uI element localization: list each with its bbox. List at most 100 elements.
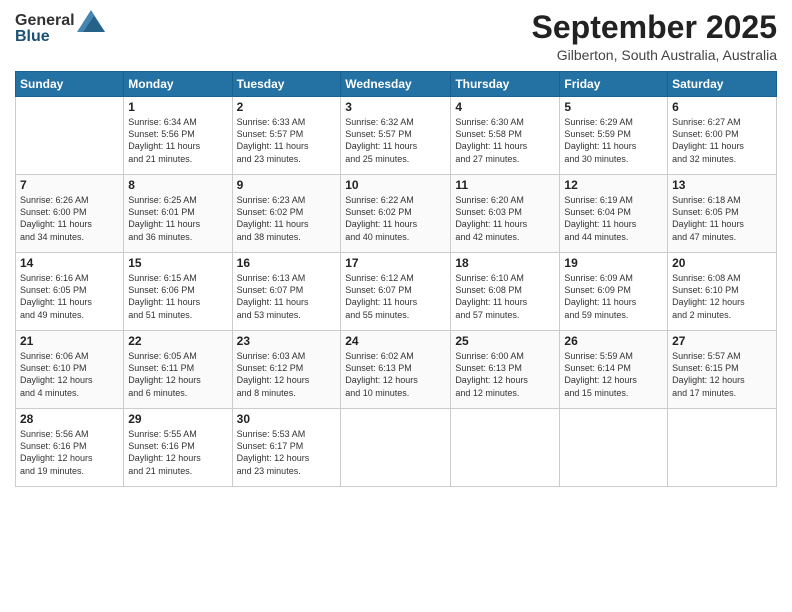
calendar-cell: 6 Sunrise: 6:27 AMSunset: 6:00 PMDaylight… bbox=[668, 97, 777, 175]
day-number: 10 bbox=[345, 178, 446, 192]
calendar-cell: 27Sunrise: 5:57 AMSunset: 6:15 PMDayligh… bbox=[668, 331, 777, 409]
day-number: 8 bbox=[128, 178, 227, 192]
cell-info: Sunrise: 6:06 AMSunset: 6:10 PMDaylight:… bbox=[20, 350, 119, 399]
header: General Blue September 2025 Gilberton, S… bbox=[15, 10, 777, 63]
col-friday: Friday bbox=[560, 72, 668, 97]
cell-info: Sunrise: 6:09 AMSunset: 6:09 PMDaylight:… bbox=[564, 272, 663, 321]
day-number: 20 bbox=[672, 256, 772, 270]
cell-info: Sunrise: 6:13 AMSunset: 6:07 PMDaylight:… bbox=[237, 272, 337, 321]
col-sunday: Sunday bbox=[16, 72, 124, 97]
day-number: 11 bbox=[455, 178, 555, 192]
cell-info: Sunrise: 6:10 AMSunset: 6:08 PMDaylight:… bbox=[455, 272, 555, 321]
day-number: 5 bbox=[564, 100, 663, 114]
calendar-cell: 24Sunrise: 6:02 AMSunset: 6:13 PMDayligh… bbox=[341, 331, 451, 409]
cell-info: Sunrise: 6:18 AMSunset: 6:05 PMDaylight:… bbox=[672, 194, 772, 243]
calendar-cell: 16 Sunrise: 6:13 AMSunset: 6:07 PMDayligh… bbox=[232, 253, 341, 331]
cell-info: Sunrise: 6:19 AMSunset: 6:04 PMDaylight:… bbox=[564, 194, 663, 243]
cell-info: Sunrise: 6:29 AMSunset: 5:59 PMDaylight:… bbox=[564, 116, 663, 165]
calendar-cell: 3Sunrise: 6:32 AMSunset: 5:57 PMDaylight… bbox=[341, 97, 451, 175]
day-number: 7 bbox=[20, 178, 119, 192]
day-number: 17 bbox=[345, 256, 446, 270]
calendar-cell: 2Sunrise: 6:33 AMSunset: 5:57 PMDaylight… bbox=[232, 97, 341, 175]
cell-info: Sunrise: 5:55 AMSunset: 6:16 PMDaylight:… bbox=[128, 428, 227, 477]
calendar-cell bbox=[560, 409, 668, 487]
cell-info: Sunrise: 6:30 AMSunset: 5:58 PMDaylight:… bbox=[455, 116, 555, 165]
day-number: 6 bbox=[672, 100, 772, 114]
day-number: 12 bbox=[564, 178, 663, 192]
calendar-cell: 1 Sunrise: 6:34 AMSunset: 5:56 PMDaylight… bbox=[124, 97, 232, 175]
page: General Blue September 2025 Gilberton, S… bbox=[0, 0, 792, 612]
cell-info: Sunrise: 6:12 AMSunset: 6:07 PMDaylight:… bbox=[345, 272, 446, 321]
cell-info: Sunrise: 6:15 AMSunset: 6:06 PMDaylight:… bbox=[128, 272, 227, 321]
col-saturday: Saturday bbox=[668, 72, 777, 97]
calendar-cell: 18 Sunrise: 6:10 AMSunset: 6:08 PMDayligh… bbox=[451, 253, 560, 331]
calendar: Sunday Monday Tuesday Wednesday Thursday… bbox=[15, 71, 777, 487]
day-number: 23 bbox=[237, 334, 337, 348]
calendar-header-row: Sunday Monday Tuesday Wednesday Thursday… bbox=[16, 72, 777, 97]
cell-info: Sunrise: 6:16 AMSunset: 6:05 PMDaylight:… bbox=[20, 272, 119, 321]
cell-info: Sunrise: 6:32 AMSunset: 5:57 PMDaylight:… bbox=[345, 116, 446, 165]
cell-info: Sunrise: 6:34 AMSunset: 5:56 PMDaylight:… bbox=[128, 116, 227, 165]
calendar-cell: 12 Sunrise: 6:19 AMSunset: 6:04 PMDayligh… bbox=[560, 175, 668, 253]
cell-info: Sunrise: 5:57 AMSunset: 6:15 PMDaylight:… bbox=[672, 350, 772, 399]
cell-info: Sunrise: 5:56 AMSunset: 6:16 PMDaylight:… bbox=[20, 428, 119, 477]
calendar-cell: 7 Sunrise: 6:26 AMSunset: 6:00 PMDaylight… bbox=[16, 175, 124, 253]
col-wednesday: Wednesday bbox=[341, 72, 451, 97]
logo-blue-text: Blue bbox=[15, 28, 50, 46]
cell-info: Sunrise: 6:27 AMSunset: 6:00 PMDaylight:… bbox=[672, 116, 772, 165]
day-number: 28 bbox=[20, 412, 119, 426]
cell-info: Sunrise: 5:53 AMSunset: 6:17 PMDaylight:… bbox=[237, 428, 337, 477]
cell-info: Sunrise: 6:25 AMSunset: 6:01 PMDaylight:… bbox=[128, 194, 227, 243]
location-title: Gilberton, South Australia, Australia bbox=[532, 47, 777, 63]
cell-info: Sunrise: 6:00 AMSunset: 6:13 PMDaylight:… bbox=[455, 350, 555, 399]
calendar-cell: 13 Sunrise: 6:18 AMSunset: 6:05 PMDayligh… bbox=[668, 175, 777, 253]
calendar-cell: 19 Sunrise: 6:09 AMSunset: 6:09 PMDayligh… bbox=[560, 253, 668, 331]
cell-info: Sunrise: 6:20 AMSunset: 6:03 PMDaylight:… bbox=[455, 194, 555, 243]
calendar-cell: 14Sunrise: 6:16 AMSunset: 6:05 PMDayligh… bbox=[16, 253, 124, 331]
cell-info: Sunrise: 6:33 AMSunset: 5:57 PMDaylight:… bbox=[237, 116, 337, 165]
calendar-week-row: 28 Sunrise: 5:56 AMSunset: 6:16 PMDayligh… bbox=[16, 409, 777, 487]
cell-info: Sunrise: 5:59 AMSunset: 6:14 PMDaylight:… bbox=[564, 350, 663, 399]
calendar-week-row: 1 Sunrise: 6:34 AMSunset: 5:56 PMDaylight… bbox=[16, 97, 777, 175]
calendar-cell bbox=[668, 409, 777, 487]
calendar-week-row: 21 Sunrise: 6:06 AMSunset: 6:10 PMDayligh… bbox=[16, 331, 777, 409]
calendar-cell: 10 Sunrise: 6:22 AMSunset: 6:02 PMDayligh… bbox=[341, 175, 451, 253]
calendar-week-row: 7 Sunrise: 6:26 AMSunset: 6:00 PMDaylight… bbox=[16, 175, 777, 253]
day-number: 9 bbox=[237, 178, 337, 192]
col-thursday: Thursday bbox=[451, 72, 560, 97]
calendar-cell: 9 Sunrise: 6:23 AMSunset: 6:02 PMDaylight… bbox=[232, 175, 341, 253]
cell-info: Sunrise: 6:03 AMSunset: 6:12 PMDaylight:… bbox=[237, 350, 337, 399]
calendar-cell: 22 Sunrise: 6:05 AMSunset: 6:11 PMDayligh… bbox=[124, 331, 232, 409]
cell-info: Sunrise: 6:22 AMSunset: 6:02 PMDaylight:… bbox=[345, 194, 446, 243]
cell-info: Sunrise: 6:23 AMSunset: 6:02 PMDaylight:… bbox=[237, 194, 337, 243]
day-number: 16 bbox=[237, 256, 337, 270]
cell-info: Sunrise: 6:26 AMSunset: 6:00 PMDaylight:… bbox=[20, 194, 119, 243]
day-number: 13 bbox=[672, 178, 772, 192]
calendar-cell: 17 Sunrise: 6:12 AMSunset: 6:07 PMDayligh… bbox=[341, 253, 451, 331]
day-number: 1 bbox=[128, 100, 227, 114]
calendar-cell: 11 Sunrise: 6:20 AMSunset: 6:03 PMDayligh… bbox=[451, 175, 560, 253]
day-number: 18 bbox=[455, 256, 555, 270]
day-number: 22 bbox=[128, 334, 227, 348]
col-monday: Monday bbox=[124, 72, 232, 97]
day-number: 15 bbox=[128, 256, 227, 270]
logo-icon bbox=[77, 10, 105, 32]
calendar-cell: 30Sunrise: 5:53 AMSunset: 6:17 PMDayligh… bbox=[232, 409, 341, 487]
calendar-cell: 4Sunrise: 6:30 AMSunset: 5:58 PMDaylight… bbox=[451, 97, 560, 175]
calendar-week-row: 14Sunrise: 6:16 AMSunset: 6:05 PMDayligh… bbox=[16, 253, 777, 331]
day-number: 21 bbox=[20, 334, 119, 348]
calendar-cell: 29Sunrise: 5:55 AMSunset: 6:16 PMDayligh… bbox=[124, 409, 232, 487]
calendar-cell: 26 Sunrise: 5:59 AMSunset: 6:14 PMDayligh… bbox=[560, 331, 668, 409]
month-title: September 2025 bbox=[532, 10, 777, 45]
calendar-cell: 28 Sunrise: 5:56 AMSunset: 6:16 PMDayligh… bbox=[16, 409, 124, 487]
cell-info: Sunrise: 6:05 AMSunset: 6:11 PMDaylight:… bbox=[128, 350, 227, 399]
calendar-cell bbox=[341, 409, 451, 487]
day-number: 19 bbox=[564, 256, 663, 270]
calendar-cell bbox=[451, 409, 560, 487]
day-number: 25 bbox=[455, 334, 555, 348]
calendar-cell: 5 Sunrise: 6:29 AMSunset: 5:59 PMDaylight… bbox=[560, 97, 668, 175]
day-number: 26 bbox=[564, 334, 663, 348]
calendar-cell: 20Sunrise: 6:08 AMSunset: 6:10 PMDayligh… bbox=[668, 253, 777, 331]
day-number: 24 bbox=[345, 334, 446, 348]
col-tuesday: Tuesday bbox=[232, 72, 341, 97]
